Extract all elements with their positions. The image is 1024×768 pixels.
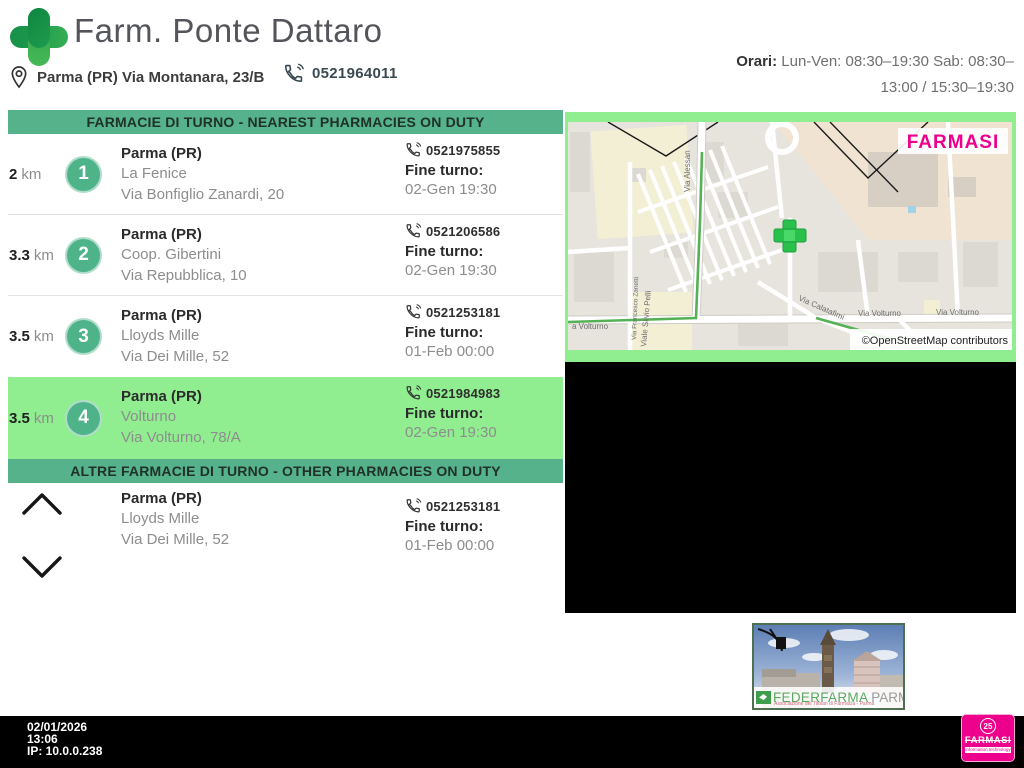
header-phone: 0521964011 — [283, 62, 398, 84]
pharmacy-street: Via Bonfiglio Zanardi, 20 — [121, 186, 285, 203]
distance-value: 2 — [9, 165, 18, 183]
pharmacy-phone-number: 0521206586 — [426, 224, 501, 239]
pharmacy-street: Via Dei Mille, 52 — [121, 348, 230, 365]
scroll-up-button[interactable] — [20, 491, 64, 517]
pharmacy-row-2[interactable]: 3.3 km 2 Parma (PR) Coop. Gibertini Via R… — [8, 215, 563, 296]
distance-value: 3.3 — [9, 246, 30, 264]
fine-turno-value: 02-Gen 19:30 — [405, 262, 497, 279]
scroll-down-button[interactable] — [20, 554, 64, 580]
map-brand-logo: FARMASI — [907, 132, 1000, 153]
pharmacy-row-4-selected[interactable]: 3.5 km 4 Parma (PR) Volturno Via Volturno… — [8, 377, 563, 459]
map-container: Via Alessan Viale Silvio Pelli Via Franc… — [565, 112, 1016, 362]
distance-value: 3.5 — [9, 328, 30, 345]
distance-unit: km — [33, 246, 54, 264]
pharmacy-city: Parma (PR) — [121, 307, 202, 324]
pharmacy-row-1[interactable]: 2 km 1 Parma (PR) La Fenice Via Bonfiglio… — [8, 134, 563, 215]
fine-turno-label: Fine turno: — [405, 405, 484, 422]
pharmacy-address: Parma (PR) Via Montanara, 23/B — [37, 68, 265, 86]
pharmacy-phone-number: 0521964011 — [312, 64, 398, 82]
map-label-via-alessandria: Via Alessan — [683, 150, 692, 192]
pharmacy-city: Parma (PR) — [121, 145, 202, 162]
distance-value: 3.5 — [9, 409, 30, 427]
nearest-pharmacies-header: FARMACIE DI TURNO - NEAREST PHARMACIES O… — [8, 110, 563, 134]
duty-pharmacies-panel: FARMACIE DI TURNO - NEAREST PHARMACIES O… — [8, 110, 563, 595]
rank-badge: 3 — [65, 318, 102, 355]
farmasi-logo-tagline: information technology — [965, 747, 1011, 753]
federfarma-subtitle: Associazione dei Titolari di Farmacia - … — [774, 701, 875, 707]
location-pin-icon — [11, 66, 27, 89]
phone-icon — [406, 385, 422, 400]
fine-turno-label: Fine turno: — [405, 518, 484, 535]
pharmacy-phone-number: 0521975855 — [426, 143, 501, 158]
phone-icon — [406, 142, 422, 157]
other-pharmacy-row[interactable]: Parma (PR) Lloyds Mille Via Dei Mille, 5… — [8, 483, 563, 595]
pharmacy-name: Coop. Gibertini — [121, 246, 222, 263]
federfarma-title-parma: PARMA — [871, 690, 903, 705]
farmasi-25-badge: 25 — [980, 718, 996, 734]
phone-icon — [406, 498, 422, 513]
fine-turno-label: Fine turno: — [405, 243, 484, 260]
phone-icon — [284, 63, 305, 82]
rank-badge: 2 — [65, 236, 102, 274]
rank-badge: 4 — [65, 399, 102, 437]
opening-hours-label: Orari: — [736, 53, 778, 70]
pharmacy-name: Lloyds Mille — [121, 327, 200, 344]
pharmacy-name: Volturno — [121, 408, 177, 425]
federfarma-icon — [756, 691, 771, 704]
map-label-via-volturno-b: Via Volturno — [858, 309, 902, 318]
fine-turno-value: 01-Feb 00:00 — [405, 343, 495, 360]
pharmacy-city: Parma (PR) — [121, 226, 202, 243]
map-label-a-volturno: a Volturno — [572, 322, 609, 331]
pharmacy-street: Via Dei Mille, 52 — [121, 531, 230, 548]
footer-bar: 02/01/2026 13:06 IP: 10.0.0.238 25 FARMA… — [0, 714, 1024, 768]
media-panel — [565, 362, 1016, 613]
federfarma-banner: FEDERFARMA PARMA Associazione dei Titola… — [752, 623, 905, 710]
other-pharmacies-header: ALTRE FARMACIE DI TURNO - OTHER PHARMACI… — [8, 459, 563, 483]
fine-turno-value: 02-Gen 19:30 — [405, 181, 497, 198]
pharmacy-kiosk-screen: Farm. Ponte Dattaro Parma (PR) Via Monta… — [0, 0, 1024, 768]
farmasi-logo-name: FARMASI — [964, 735, 1012, 746]
pharmacy-city: Parma (PR) — [121, 388, 202, 405]
fine-turno-label: Fine turno: — [405, 162, 484, 179]
opening-hours: Orari: Lun-Ven: 08:30–19:30 Sab: 08:30– … — [674, 49, 1014, 102]
phone-icon — [406, 304, 422, 319]
pharmacy-street: Via Repubblica, 10 — [121, 267, 247, 284]
opening-hours-line2: 13:00 / 15:30–19:30 — [880, 79, 1014, 97]
distance-unit: km — [33, 409, 54, 427]
opening-hours-line1: Lun-Ven: 08:30–19:30 Sab: 08:30– — [781, 53, 1014, 70]
distance-unit: km — [21, 165, 42, 183]
street-map: Via Alessan Viale Silvio Pelli Via Franc… — [568, 122, 1012, 350]
chevron-down-icon — [22, 556, 62, 578]
address-row: Parma (PR) Via Montanara, 23/B — [9, 64, 264, 90]
pharmacy-row-3[interactable]: 3.5 km 3 Parma (PR) Lloyds Mille Via Dei … — [8, 296, 563, 377]
pharmacy-phone-number: 0521984983 — [426, 386, 501, 401]
pharmacy-phone-number: 0521253181 — [426, 499, 501, 514]
footer-ip: IP: 10.0.0.238 — [27, 744, 103, 758]
distance-unit: km — [33, 328, 54, 345]
map-attribution: ©OpenStreetMap contributors — [862, 335, 1009, 347]
fine-turno-label: Fine turno: — [405, 324, 484, 341]
rank-badge: 1 — [65, 155, 102, 193]
pharmacy-street: Via Volturno, 78/A — [121, 429, 241, 446]
phone-icon — [406, 223, 422, 238]
pharmacy-name: Lloyds Mille — [121, 510, 200, 527]
fine-turno-value: 01-Feb 00:00 — [405, 537, 495, 554]
fine-turno-value: 02-Gen 19:30 — [405, 424, 497, 441]
pharmacy-cross-logo — [9, 6, 69, 68]
page-title: Farm. Ponte Dattaro — [74, 12, 383, 49]
pharmacy-phone-number: 0521253181 — [426, 305, 501, 320]
map-label-via-volturno-a: Via Volturno — [936, 308, 980, 317]
pharmacy-name: La Fenice — [121, 165, 187, 182]
chevron-up-icon — [22, 493, 62, 515]
pharmacy-city: Parma (PR) — [121, 490, 202, 507]
farmasi-logo: 25 FARMASI information technology — [961, 714, 1015, 762]
